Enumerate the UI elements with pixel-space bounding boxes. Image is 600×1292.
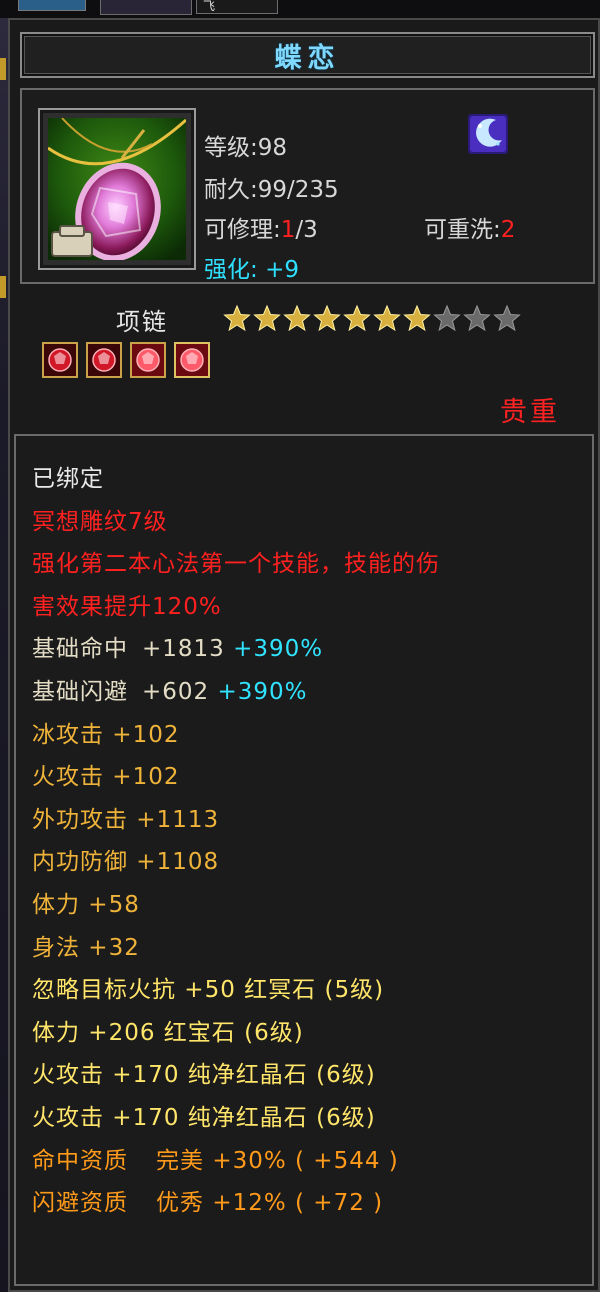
tab-1[interactable] [18, 0, 86, 11]
red-gem-icon [44, 344, 76, 376]
durability-stat: 耐久:99/235 [204, 170, 339, 204]
top-tab-strip: 飞 [0, 0, 600, 18]
star-filled-icon [403, 304, 431, 332]
repair-label: 可修理 [204, 217, 273, 243]
star-filled-icon [283, 304, 311, 332]
rewash-value: 2 [500, 217, 516, 243]
edge-marker [0, 276, 6, 298]
level-value: :98 [250, 135, 288, 161]
engraving-name: 冥想雕纹7级 [32, 508, 168, 535]
gem-4-line: 火攻击 +170 纯净红晶石 (6级) [32, 1097, 592, 1140]
rewash-label: 可重洗 [424, 217, 493, 243]
star-filled-icon [253, 304, 281, 332]
item-rarity: 贵重 [500, 397, 560, 428]
gem-1-line: 忽略目标火抗 +50 红冥石 (5级) [32, 969, 592, 1012]
item-type: 项链 [116, 308, 168, 336]
aptitude-1-grade: 完美 [156, 1147, 204, 1174]
gem-3-line: 火攻击 +170 纯净红晶石 (6级) [32, 1054, 592, 1097]
gem-1-stat: 忽略目标火抗 +50 [32, 977, 236, 1004]
star-empty-icon [433, 304, 461, 332]
gem-2-name: 红宝石 (6级) [163, 1019, 304, 1046]
aptitude-2-label: 闪避资质 [32, 1190, 128, 1217]
tab-3-label: 飞 [203, 0, 216, 13]
rewash-stat: 可重洗:2 [424, 217, 516, 243]
item-title-bar: 蝶恋 [20, 32, 595, 78]
aptitude-1-value: +30% ( +544 ) [212, 1147, 399, 1174]
aptitude-2-grade: 优秀 [156, 1190, 204, 1217]
gem-1-name: 红冥石 (5级) [244, 977, 385, 1004]
ext-attack-line: 外功攻击 +1113 [32, 806, 220, 833]
base-hit-bonus: +390% [233, 636, 324, 663]
base-hit-value: +1813 [142, 636, 225, 663]
durability-value: :99/235 [250, 177, 339, 203]
enhance-stat: 强化: +9 [204, 257, 299, 283]
repair-total: /3 [295, 217, 318, 243]
gem-sockets [42, 342, 210, 378]
ice-attack-line: 冰攻击 +102 [32, 721, 180, 748]
aptitude-1-line: 命中资质 完美 +30% ( +544 ) [32, 1140, 592, 1183]
item-icon-frame[interactable] [38, 108, 196, 270]
gem-2-stat: 体力 +206 [32, 1019, 156, 1046]
repair-stat: 可修理:1/3 [204, 217, 318, 243]
item-summary: 项链 贵重 [10, 288, 600, 434]
base-hit-label: 基础命中 [32, 636, 128, 663]
base-hit-line: 基础命中 +1813 +390% [32, 628, 592, 671]
tab-3[interactable]: 飞 [196, 0, 278, 14]
gem-socket[interactable] [174, 342, 210, 378]
star-filled-icon [223, 304, 251, 332]
gem-3-stat: 火攻击 +170 [32, 1062, 180, 1089]
attribute-box: 已绑定 冥想雕纹7级 强化第二本心法第一个技能，技能的伤 害效果提升120% 基… [14, 434, 594, 1286]
aptitude-2-line: 闪避资质 优秀 +12% ( +72 ) [32, 1182, 592, 1225]
enhance-value: +9 [265, 257, 299, 283]
gem-3-name: 纯净红晶石 (6级) [187, 1062, 376, 1089]
red-gem-icon [176, 344, 208, 376]
moon-swirl-badge-icon [468, 114, 508, 154]
base-dodge-bonus: +390% [217, 678, 308, 705]
level-stat: 等级:98 [204, 128, 287, 162]
star-filled-icon [373, 304, 401, 332]
bound-status: 已绑定 [32, 466, 104, 492]
base-dodge-line: 基础闪避 +602 +390% [32, 671, 592, 714]
aptitude-2-value: +12% ( +72 ) [212, 1190, 384, 1217]
fire-attack-line: 火攻击 +102 [32, 764, 180, 791]
tab-2[interactable] [100, 0, 192, 15]
item-info-box: 等级:98 耐久:99/235 可修理:1/3 可重洗:2 强化: +9 [20, 88, 595, 284]
star-empty-icon [493, 304, 521, 332]
aptitude-1-label: 命中资质 [32, 1147, 128, 1174]
agility-line: 身法 +32 [32, 934, 140, 961]
gem-socket[interactable] [42, 342, 78, 378]
red-gem-icon [132, 344, 164, 376]
engraving-desc-1: 强化第二本心法第一个技能，技能的伤 [32, 551, 440, 578]
base-dodge-value: +602 [142, 678, 210, 705]
star-filled-icon [313, 304, 341, 332]
int-defense-line: 内功防御 +1108 [32, 849, 220, 876]
repair-used: 1 [280, 217, 296, 243]
star-rating [223, 304, 521, 332]
gem-socket[interactable] [86, 342, 122, 378]
engraving-desc-2: 害效果提升120% [32, 593, 222, 620]
level-label: 等级 [204, 135, 250, 161]
red-gem-icon [88, 344, 120, 376]
item-name: 蝶恋 [274, 42, 341, 74]
stamina-line: 体力 +58 [32, 891, 140, 918]
gem-4-name: 纯净红晶石 (6级) [187, 1104, 376, 1131]
left-edge-frame [0, 18, 8, 1292]
star-empty-icon [463, 304, 491, 332]
gem-4-stat: 火攻击 +170 [32, 1104, 180, 1131]
enhance-label: 强化 [204, 257, 250, 283]
base-dodge-label: 基础闪避 [32, 678, 128, 705]
gem-2-line: 体力 +206 红宝石 (6级) [32, 1012, 592, 1055]
star-filled-icon [343, 304, 371, 332]
item-tooltip-panel: 蝶恋 等级:98 耐久:99/235 可修理:1/3 可重洗:2 强化: +9 … [8, 18, 600, 1292]
durability-label: 耐久 [204, 177, 250, 203]
gem-socket[interactable] [130, 342, 166, 378]
edge-marker [0, 58, 6, 80]
pendant-necklace-icon [48, 118, 186, 260]
